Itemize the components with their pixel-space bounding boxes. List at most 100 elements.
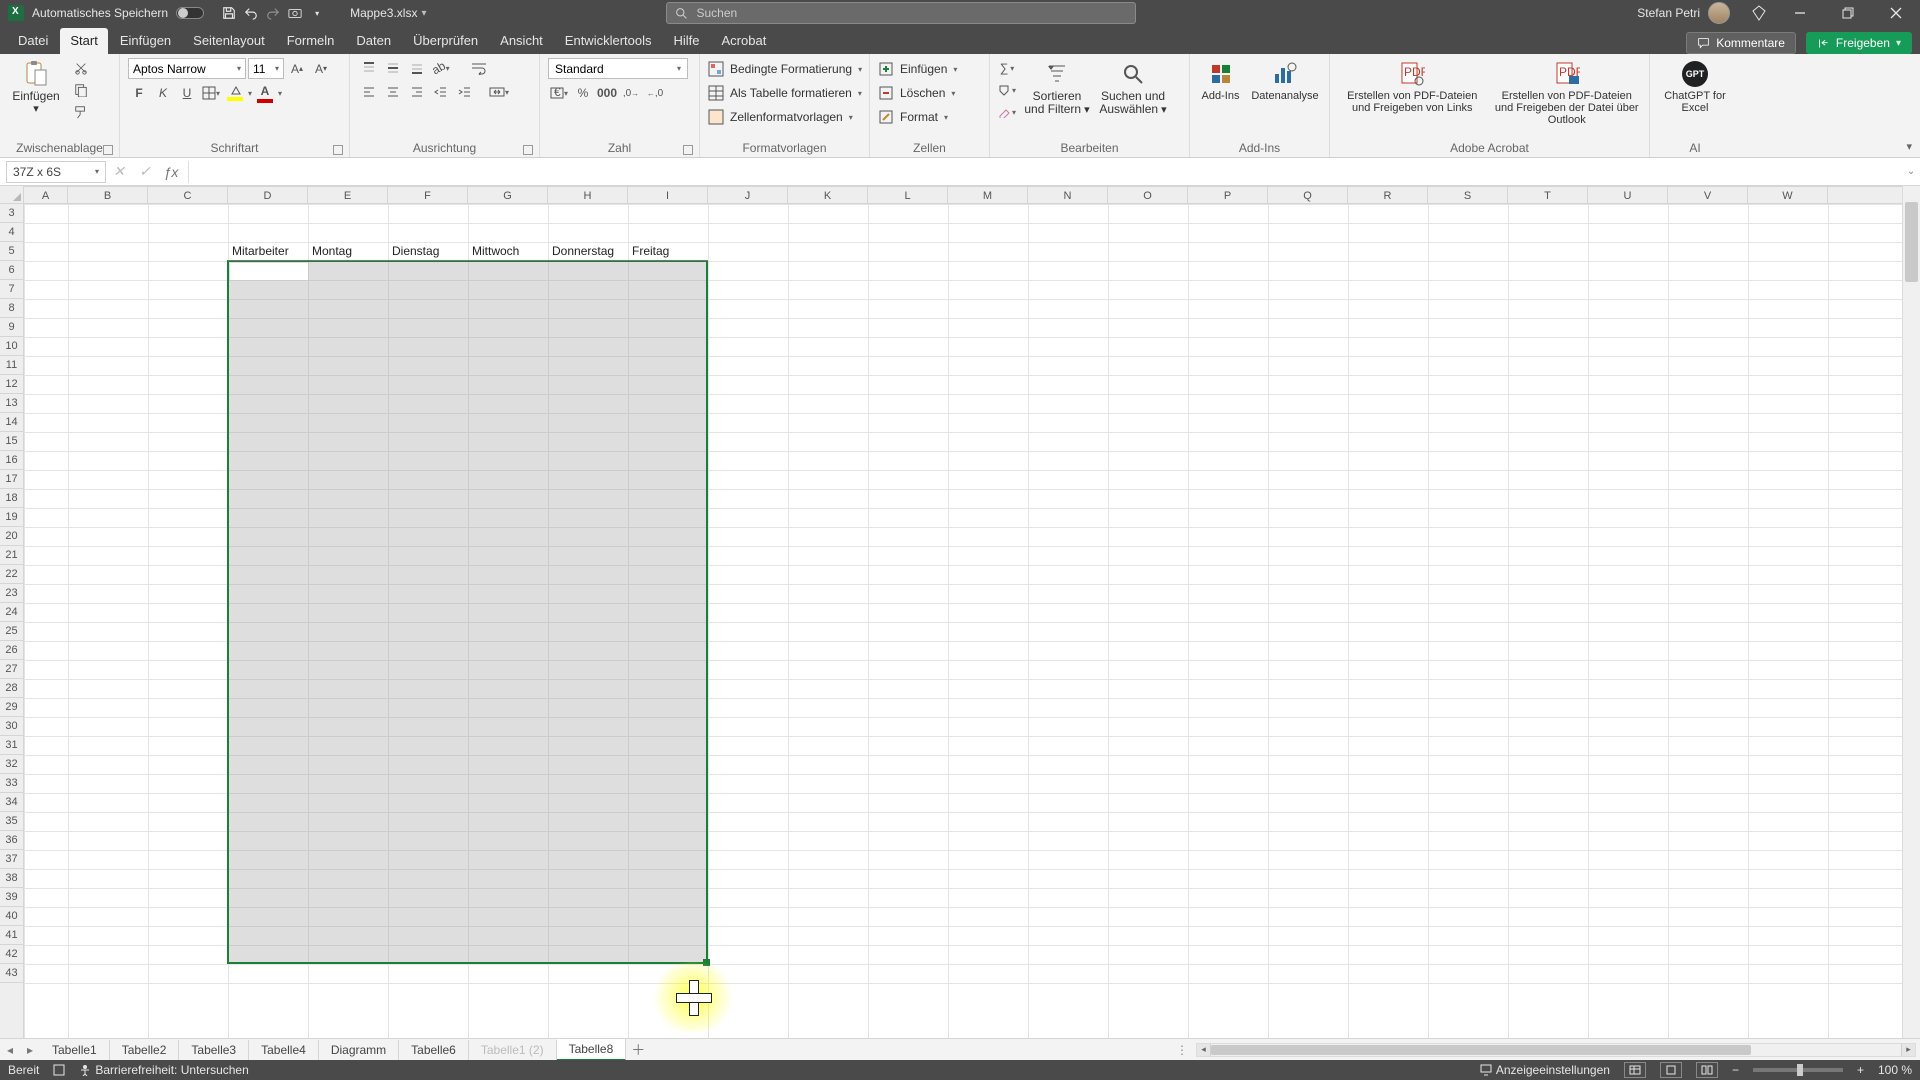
vscroll-thumb[interactable] — [1905, 202, 1918, 282]
column-header[interactable]: L — [868, 187, 948, 203]
sheet-tab[interactable]: Tabelle4 — [249, 1040, 319, 1060]
search-input[interactable]: Suchen — [666, 2, 1136, 24]
zoom-out-button[interactable]: − — [1732, 1063, 1739, 1077]
save-button[interactable] — [218, 2, 240, 24]
row-header[interactable]: 28 — [0, 679, 23, 698]
sheet-tab[interactable]: Tabelle1 (2) — [469, 1040, 557, 1060]
redo-button[interactable] — [262, 2, 284, 24]
menu-tab-überprüfen[interactable]: Überprüfen — [403, 28, 488, 54]
fill-color-more[interactable]: ▾ — [248, 89, 252, 98]
row-header[interactable]: 25 — [0, 622, 23, 641]
row-header[interactable]: 4 — [0, 223, 23, 242]
column-header[interactable]: Q — [1268, 187, 1348, 203]
decrease-font-button[interactable]: A▾ — [310, 59, 332, 79]
column-header[interactable]: S — [1428, 187, 1508, 203]
diamond-icon[interactable] — [1742, 2, 1776, 24]
row-header[interactable]: 18 — [0, 489, 23, 508]
column-header[interactable]: W — [1748, 187, 1828, 203]
align-right-button[interactable] — [406, 82, 428, 102]
format-cells-button[interactable]: Format ▾ — [878, 106, 948, 128]
column-header[interactable]: B — [68, 187, 148, 203]
row-header[interactable]: 34 — [0, 793, 23, 812]
hscroll-left-button[interactable]: ◂ — [1197, 1044, 1211, 1056]
zoom-in-button[interactable]: + — [1857, 1063, 1864, 1077]
tab-nav-next[interactable]: ▸ — [20, 1040, 40, 1060]
undo-button[interactable] — [240, 2, 262, 24]
vertical-scrollbar[interactable] — [1902, 186, 1920, 1042]
menu-tab-einfügen[interactable]: Einfügen — [110, 28, 181, 54]
row-header[interactable]: 40 — [0, 907, 23, 926]
row-header[interactable]: 19 — [0, 508, 23, 527]
column-header[interactable]: D — [228, 187, 308, 203]
fill-button[interactable]: ▾ — [998, 80, 1016, 100]
share-button[interactable]: Freigeben ▾ — [1806, 32, 1912, 54]
decrease-decimal-button[interactable]: ←,0 — [644, 83, 666, 103]
increase-decimal-button[interactable]: ,0→ — [620, 83, 642, 103]
row-header[interactable]: 42 — [0, 945, 23, 964]
ribbon-collapse-button[interactable]: ▾ — [1906, 140, 1912, 153]
fill-color-button[interactable] — [224, 83, 246, 103]
sheet-tab[interactable]: Tabelle8 — [557, 1039, 627, 1061]
cell[interactable]: Freitag — [628, 242, 706, 261]
paste-button[interactable]: Einfügen▾ — [8, 58, 64, 115]
menu-tab-datei[interactable]: Datei — [8, 28, 58, 54]
dialog-launcher-icon[interactable] — [333, 145, 343, 155]
cell[interactable]: Donnerstag — [548, 242, 626, 261]
row-header[interactable]: 32 — [0, 755, 23, 774]
format-painter-button[interactable] — [70, 102, 92, 122]
view-page-break-button[interactable] — [1696, 1062, 1718, 1078]
row-header[interactable]: 15 — [0, 432, 23, 451]
menu-tab-formeln[interactable]: Formeln — [277, 28, 345, 54]
column-header[interactable]: R — [1348, 187, 1428, 203]
menu-tab-ansicht[interactable]: Ansicht — [490, 28, 553, 54]
row-header[interactable]: 37 — [0, 850, 23, 869]
find-select-button[interactable]: Suchen und Auswählen ▾ — [1098, 58, 1168, 116]
column-header[interactable]: U — [1588, 187, 1668, 203]
display-settings-button[interactable]: Anzeigeeinstellungen — [1480, 1063, 1610, 1077]
row-header[interactable]: 5 — [0, 242, 23, 261]
copy-button[interactable] — [70, 80, 92, 100]
increase-font-button[interactable]: A▴ — [286, 59, 308, 79]
cancel-formula-button[interactable]: ✕ — [106, 161, 132, 183]
pdf-share-outlook-button[interactable]: PDF Erstellen von PDF-Dateien und Freige… — [1493, 58, 1642, 126]
window-restore-button[interactable] — [1824, 0, 1872, 26]
add-sheet-button[interactable]: ＋ — [626, 1040, 650, 1060]
column-header[interactable]: A — [24, 187, 68, 203]
tab-options-button[interactable]: ⋮ — [1168, 1043, 1196, 1057]
column-header[interactable]: T — [1508, 187, 1588, 203]
cut-button[interactable] — [70, 58, 92, 78]
row-header[interactable]: 11 — [0, 356, 23, 375]
select-all-button[interactable] — [0, 186, 24, 204]
row-header[interactable]: 10 — [0, 337, 23, 356]
column-header[interactable]: P — [1188, 187, 1268, 203]
font-name-combo[interactable]: Aptos Narrow▾ — [128, 58, 246, 79]
zoom-slider[interactable] — [1753, 1068, 1843, 1072]
cell-grid[interactable]: MitarbeiterMontagDienstagMittwochDonners… — [24, 204, 1902, 1042]
row-headers[interactable]: 3456789101112131415161718192021222324252… — [0, 204, 24, 1042]
sheet-tab[interactable]: Diagramm — [319, 1040, 399, 1060]
column-header[interactable]: H — [548, 187, 628, 203]
sheet-tab[interactable]: Tabelle2 — [110, 1040, 180, 1060]
cell[interactable]: Mittwoch — [468, 242, 546, 261]
row-header[interactable]: 20 — [0, 527, 23, 546]
menu-tab-seitenlayout[interactable]: Seitenlayout — [183, 28, 275, 54]
row-header[interactable]: 3 — [0, 204, 23, 223]
account-button[interactable]: Stefan Petri — [1637, 2, 1742, 24]
row-header[interactable]: 27 — [0, 660, 23, 679]
font-size-combo[interactable]: 11▾ — [248, 58, 284, 79]
cell-styles-button[interactable]: Zellenformatvorlagen ▾ — [708, 106, 853, 128]
row-header[interactable]: 16 — [0, 451, 23, 470]
delete-cells-button[interactable]: Löschen ▾ — [878, 82, 955, 104]
menu-tab-daten[interactable]: Daten — [346, 28, 401, 54]
underline-button[interactable]: U — [176, 83, 198, 103]
menu-tab-acrobat[interactable]: Acrobat — [712, 28, 777, 54]
align-center-button[interactable] — [382, 82, 404, 102]
row-header[interactable]: 6 — [0, 261, 23, 280]
column-headers[interactable]: ABCDEFGHIJKLMNOPQRSTUVW — [24, 186, 1902, 204]
dialog-launcher-icon[interactable] — [103, 145, 113, 155]
bold-button[interactable]: F — [128, 83, 150, 103]
row-header[interactable]: 39 — [0, 888, 23, 907]
number-format-combo[interactable]: Standard▾ — [548, 58, 688, 79]
data-analysis-button[interactable]: Datenanalyse — [1249, 58, 1321, 102]
tab-nav-prev[interactable]: ◂ — [0, 1040, 20, 1060]
